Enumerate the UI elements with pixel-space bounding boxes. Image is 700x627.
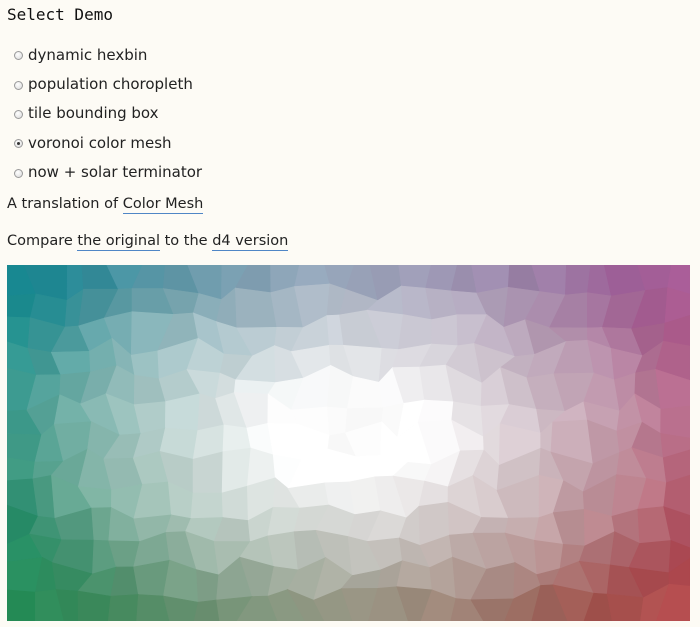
mesh-cell [294,265,331,287]
compare-prefix: Compare [7,233,78,249]
demo-option-dynamic-hexbin[interactable]: dynamic hexbin [14,40,202,69]
demo-option-solar-terminator[interactable]: now + solar terminator [14,158,202,187]
demo-option-label: now + solar terminator [28,163,203,182]
voronoi-mesh-canvas [7,265,690,621]
demo-option-tile-bounding-box[interactable]: tile bounding box [14,99,202,128]
demo-option-label: voronoi color mesh [28,133,172,152]
compare-middle: to the [160,233,213,249]
mesh-cell [193,599,220,621]
compare-note: Compare the original to the d4 version [7,233,289,251]
radio-button[interactable] [14,51,23,61]
demo-option-voronoi-color-mesh[interactable]: voronoi color mesh [14,128,202,157]
mesh-cell [192,451,224,494]
voronoi-color-mesh [7,265,690,621]
mesh-cell [7,589,36,621]
radio-button[interactable] [14,168,23,178]
mesh-cell [107,594,139,621]
demo-selector: dynamic hexbin population choropleth til… [14,40,202,187]
mesh-cell [91,507,112,542]
mesh-cell [606,593,644,621]
mesh-cell [267,422,302,461]
translation-prefix: A translation of [7,196,123,212]
demo-option-label: population choropleth [28,75,193,94]
demo-option-label: dynamic hexbin [28,45,148,64]
demo-option-label: tile bounding box [28,104,159,123]
mesh-cell [196,569,220,603]
radio-button-selected[interactable] [14,139,23,149]
mesh-cell [222,424,252,453]
mesh-cell [190,492,224,519]
mesh-cell [7,457,36,482]
translation-note: A translation of Color Mesh [7,196,204,214]
mesh-cell [234,287,278,329]
color-mesh-link[interactable]: Color Mesh [122,196,204,214]
mesh-cell [77,590,112,621]
page-title: Select Demo [7,5,113,24]
radio-button[interactable] [14,80,23,90]
mesh-cell [564,265,591,296]
d4-version-link[interactable]: d4 version [212,233,289,251]
radio-button[interactable] [14,109,23,119]
demo-option-population-choropleth[interactable]: population choropleth [14,69,202,98]
mesh-cell [431,314,459,347]
original-link[interactable]: the original [77,233,160,251]
mesh-cell [660,405,690,439]
mesh-cell [397,314,433,350]
mesh-cell [417,399,454,423]
mesh-cell [326,406,348,436]
mesh-cell [130,350,160,380]
